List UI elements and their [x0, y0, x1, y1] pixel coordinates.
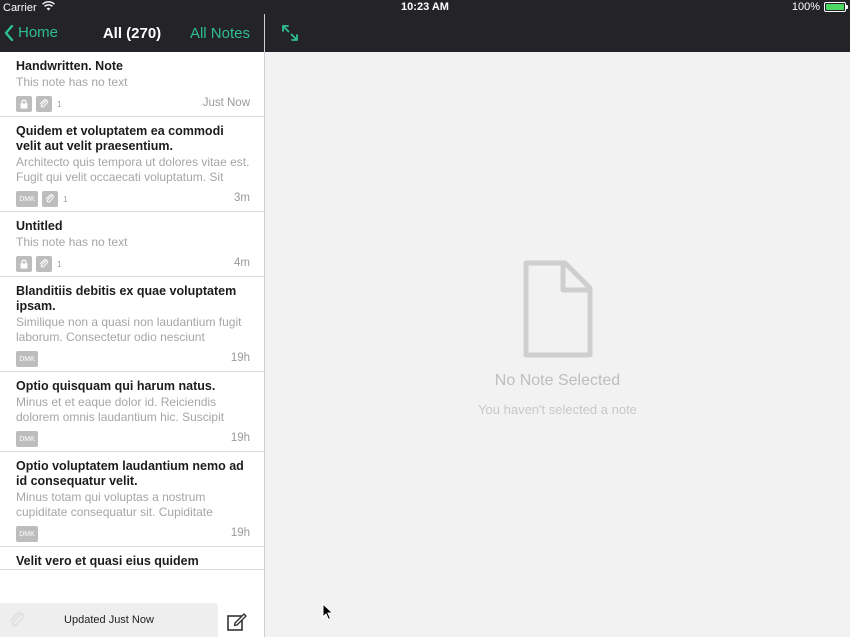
status-time: 10:23 AM [401, 1, 449, 13]
note-title: Optio quisquam qui harum natus. [16, 379, 216, 393]
note-list-item[interactable]: Optio quisquam qui harum natus. Minus et … [0, 372, 264, 452]
paperclip-icon [36, 256, 52, 272]
lock-icon [16, 256, 32, 272]
note-list-item[interactable]: Blanditiis debitis ex quae voluptatem ip… [0, 277, 264, 372]
attachment-count: 1 [57, 99, 62, 109]
note-title: Handwritten. Note [16, 59, 123, 73]
notes-list[interactable]: Handwritten. Note This note has no text 1 J… [0, 52, 264, 637]
note-timestamp: 3m [234, 192, 250, 204]
note-list-item[interactable]: Quidem et voluptatem ea commodi velit au… [0, 117, 264, 212]
paperclip-icon [36, 96, 52, 112]
dmk-badge: DMK [16, 351, 38, 367]
note-title: Quidem et voluptatem ea commodi velit au… [16, 124, 224, 153]
note-title: Blanditiis debitis ex quae voluptatem ip… [16, 284, 237, 313]
note-preview: Architecto quis tempora ut dolores vitae… [16, 155, 250, 184]
attachment-count: 1 [63, 194, 68, 204]
dmk-badge: DMK [16, 431, 38, 447]
notes-nav-bar: Home All (270) All Notes [0, 14, 264, 52]
note-title: Untitled [16, 219, 63, 233]
battery-percent: 100% [791, 1, 820, 13]
note-meta: DMK 19h [16, 522, 250, 546]
note-timestamp: Just Now [202, 97, 250, 109]
note-meta: DMK 19h [16, 427, 250, 451]
notes-bottom-bar: Updated Just Now [0, 603, 264, 637]
note-timestamp: 19h [230, 432, 250, 444]
update-status: Updated Just Now [0, 603, 218, 637]
note-meta: 1 Just Now [16, 92, 250, 116]
battery-icon [824, 2, 848, 12]
all-notes-button[interactable]: All Notes [190, 25, 250, 42]
compose-icon[interactable] [226, 611, 248, 633]
app-window: Carrier 10:23 AM 100% Home All (270) All… [0, 0, 850, 637]
note-title: Velit vero et quasi eius quidem [16, 554, 199, 568]
dmk-badge: DMK [16, 526, 38, 542]
note-meta: DMK 1 3m [16, 187, 250, 211]
pointer-cursor-icon [322, 603, 334, 621]
note-preview: Minus et et eaque dolor id. Reiciendis d… [16, 395, 225, 424]
note-meta: DMK 19h [16, 347, 250, 371]
paperclip-icon[interactable] [8, 611, 26, 629]
note-preview: Similique non a quasi non laudantium fug… [16, 315, 242, 344]
note-timestamp: 19h [230, 352, 250, 364]
update-status-label: Updated Just Now [64, 614, 154, 626]
note-meta: 1 4m [16, 252, 250, 276]
note-detail-empty: No Note Selected You haven't selected a … [265, 52, 850, 637]
note-list-item[interactable]: Handwritten. Note This note has no text 1 J… [0, 52, 264, 117]
note-preview: Minus totam qui voluptas a nostrum cupid… [16, 490, 213, 519]
note-list-item[interactable]: Untitled This note has no text 1 4m [0, 212, 264, 277]
empty-subtitle: You haven't selected a note [478, 402, 637, 417]
attachment-count: 1 [57, 259, 62, 269]
paperclip-icon [42, 191, 58, 207]
status-right: 100% [791, 1, 848, 13]
empty-title: No Note Selected [494, 372, 621, 389]
status-bar: Carrier 10:23 AM 100% [0, 0, 850, 14]
note-preview: This note has no text [16, 235, 128, 249]
document-icon [523, 260, 593, 358]
note-title: Optio voluptatem laudantium nemo ad id c… [16, 459, 244, 488]
note-timestamp: 4m [234, 257, 250, 269]
note-timestamp: 19h [230, 527, 250, 539]
note-preview: This note has no text [16, 75, 128, 89]
lock-icon [16, 96, 32, 112]
note-list-item[interactable]: Velit vero et quasi eius quidem [0, 547, 264, 570]
dmk-badge: DMK [16, 191, 38, 207]
note-list-item[interactable]: Optio voluptatem laudantium nemo ad id c… [0, 452, 264, 547]
expand-icon[interactable] [281, 24, 299, 42]
detail-nav-bar [265, 14, 850, 52]
